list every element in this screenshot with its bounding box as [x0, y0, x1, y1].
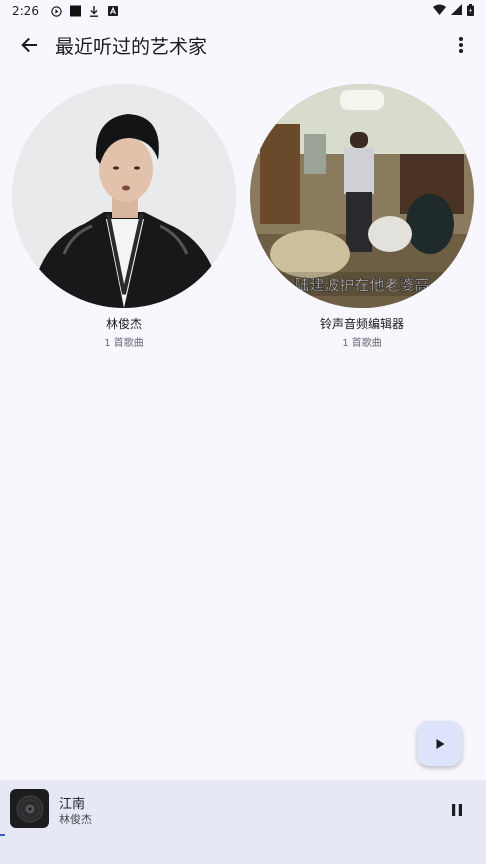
arrow-left-icon [21, 37, 37, 53]
status-right [433, 3, 474, 19]
artist-avatar: 陆建波护在他老婆高 [250, 84, 474, 308]
download-icon [89, 5, 100, 17]
artist-card[interactable]: 林俊杰 1 首歌曲 [12, 84, 236, 349]
wifi-icon [433, 4, 446, 18]
video-caption-text: 陆建波护在他老婆高 [294, 276, 429, 294]
pause-icon [452, 804, 462, 816]
artist-name: 铃声音频编辑器 [319, 317, 404, 331]
status-time: 2:26 [12, 4, 39, 18]
more-options-button[interactable] [443, 25, 479, 65]
play-circle-icon [51, 5, 62, 17]
vinyl-disc-icon [16, 795, 43, 822]
pause-button[interactable] [443, 796, 471, 824]
mini-player[interactable]: 江南 林俊杰 [0, 780, 486, 864]
more-vert-icon [459, 37, 463, 53]
play-icon [436, 738, 444, 749]
square-icon [69, 5, 81, 17]
a-badge-icon [108, 6, 119, 17]
artist-card[interactable]: 陆建波护在他老婆高 铃声音频编辑器 1 首歌曲 [250, 84, 474, 349]
track-artist: 林俊杰 [59, 813, 92, 826]
artist-avatar [12, 84, 236, 308]
battery-icon [467, 3, 474, 19]
play-all-fab[interactable] [417, 721, 462, 766]
page-title: 最近听过的艺术家 [55, 35, 208, 58]
artist-song-count: 1 首歌曲 [342, 338, 382, 349]
artist-name: 林俊杰 [105, 317, 142, 331]
back-button[interactable] [9, 25, 49, 65]
playback-progress [0, 834, 5, 836]
album-art [10, 789, 49, 828]
artist-song-count: 1 首歌曲 [104, 338, 144, 349]
status-left: 2:26 [12, 4, 119, 18]
artist-grid: 林俊杰 1 首歌曲 陆建波护在他老婆高 铃声音频编辑器 1 首歌曲 [12, 84, 474, 349]
status-bar: 2:26 [0, 0, 486, 22]
signal-icon [451, 4, 462, 18]
app-bar: 最近听过的艺术家 [0, 22, 486, 68]
track-title: 江南 [59, 797, 86, 812]
